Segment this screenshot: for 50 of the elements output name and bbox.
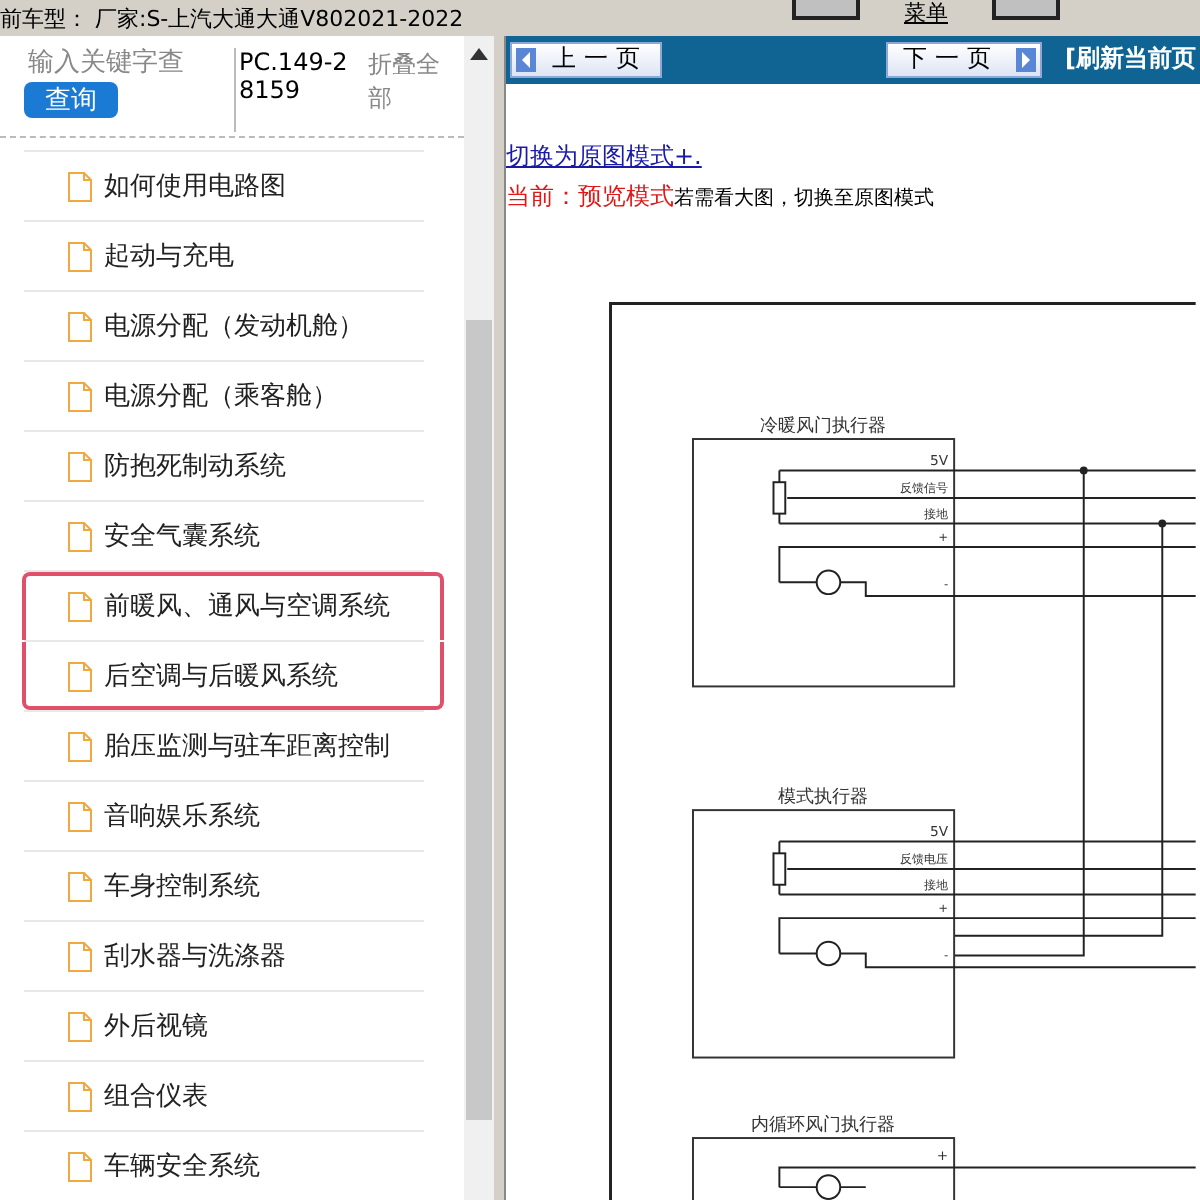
menu-link[interactable]: 菜单 (904, 0, 948, 28)
toolbar-button[interactable] (992, 0, 1060, 20)
scrollbar[interactable] (464, 36, 494, 1200)
right-arrow-icon (1015, 47, 1036, 72)
code-label: PC.149-28159 (233, 48, 356, 132)
document-icon (68, 171, 92, 201)
document-icon (68, 1151, 92, 1181)
previous-page-button[interactable]: 上一页 (510, 41, 662, 78)
switch-mode-link[interactable]: 切换为原图模式+. (506, 139, 1200, 174)
next-page-button[interactable]: 下一页 (885, 41, 1042, 78)
vehicle-label: 前车型： 厂家:S-上汽大通大通V802021-2022 (0, 3, 464, 33)
document-icon (68, 591, 92, 621)
document-icon (68, 731, 92, 761)
refresh-link[interactable]: [刷新当前页 (1065, 42, 1196, 77)
document-icon (68, 241, 92, 271)
tree-item[interactable]: 车辆安全系统 (24, 1130, 424, 1200)
tree-item[interactable]: 车身控制系统 (24, 850, 424, 920)
document-icon (68, 381, 92, 411)
collapse-all-link[interactable]: 折叠全部 (367, 48, 448, 136)
document-icon (68, 1081, 92, 1111)
document-icon (68, 941, 92, 971)
document-icon (68, 801, 92, 831)
tree-item[interactable]: 前暖风、通风与空调系统 (24, 570, 424, 640)
document-icon (68, 451, 92, 481)
scroll-thumb[interactable] (466, 320, 492, 1120)
document-icon (68, 521, 92, 551)
component-title: 冷暖风门执行器 (759, 416, 886, 437)
tree-item[interactable]: 后空调与后暖风系统 (24, 640, 424, 710)
tree-item[interactable]: 外后视镜 (24, 990, 424, 1060)
tree-item[interactable]: 胎压监测与驻车距离控制 (24, 710, 424, 780)
document-icon (68, 1011, 92, 1041)
tree-item[interactable]: 电源分配（乘客舱） (24, 360, 424, 430)
tree-item[interactable]: 电源分配（发动机舱） (24, 290, 424, 360)
toolbar-button[interactable] (792, 0, 860, 20)
query-button[interactable]: 查询 (24, 82, 118, 118)
document-icon (68, 661, 92, 691)
tree-item[interactable]: 起动与充电 (24, 220, 424, 290)
tree-item[interactable]: 防抱死制动系统 (24, 430, 424, 500)
tree-item[interactable]: 组合仪表 (24, 1060, 424, 1130)
scroll-up-icon[interactable] (470, 48, 488, 60)
tree-item[interactable]: 如何使用电路图 (24, 150, 424, 220)
component-title: 模式执行器 (777, 787, 868, 808)
component-title: 内循环风门执行器 (750, 1115, 895, 1136)
tree-item[interactable]: 刮水器与洗涤器 (24, 920, 424, 990)
left-arrow-icon (516, 47, 536, 72)
tree-item[interactable]: 音响娱乐系统 (24, 780, 424, 850)
document-icon (68, 871, 92, 901)
tree-item[interactable]: 安全气囊系统 (24, 500, 424, 570)
mode-status: 当前：预览模式若需看大图，切换至原图模式 (506, 179, 936, 214)
document-icon (68, 311, 92, 341)
